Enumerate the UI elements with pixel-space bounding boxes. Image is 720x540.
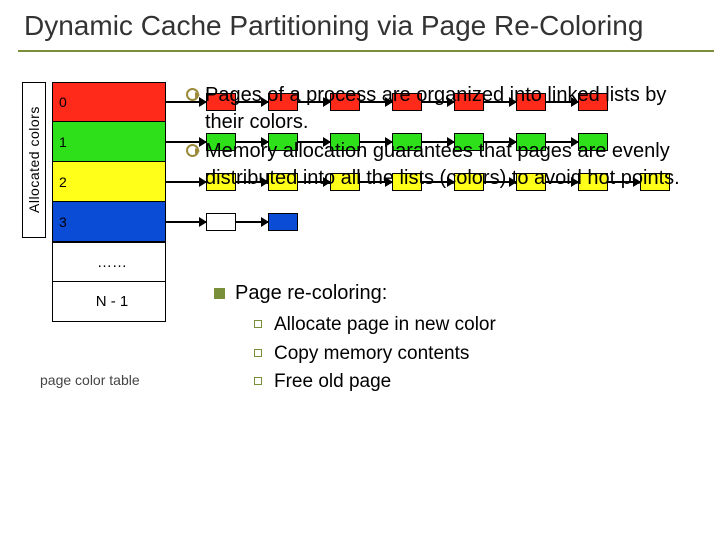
hollow-square-icon	[254, 320, 262, 328]
color-row-0: 0	[52, 82, 166, 122]
recolor-item-text: Copy memory contents	[274, 343, 469, 364]
hollow-square-icon	[254, 377, 262, 385]
slide-title: Dynamic Cache Partitioning via Page Re-C…	[0, 0, 720, 50]
recolor-item-text: Free old page	[274, 371, 391, 392]
bullet-icon	[186, 144, 199, 157]
recolor-section: Page re-coloring: Allocate page in new c…	[214, 282, 496, 397]
page-color-table-extra: …… N - 1	[52, 242, 166, 322]
hollow-square-icon	[254, 349, 262, 357]
color-row-1: 1	[52, 122, 166, 162]
color-row-last: N - 1	[52, 282, 166, 322]
page-color-table: 0 1 2 3	[52, 82, 166, 242]
list-row-blue	[166, 202, 670, 242]
bullet-icon	[186, 88, 199, 101]
bullet-2: Memory allocation guarantees that pages …	[186, 138, 696, 192]
color-row-dots: ……	[52, 242, 166, 282]
bullet-1: Pages of a process are organized into li…	[186, 82, 696, 136]
recolor-item-text: Allocate page in new color	[274, 314, 496, 335]
page-node	[206, 213, 236, 231]
color-row-2: 2	[52, 162, 166, 202]
recolor-head-text: Page re-coloring:	[235, 282, 387, 304]
recolor-item-1: Allocate page in new color	[254, 311, 496, 340]
color-row-3: 3	[52, 202, 166, 242]
recolor-head: Page re-coloring:	[214, 282, 496, 305]
main-bullets: Pages of a process are organized into li…	[186, 82, 696, 194]
arrow	[236, 221, 268, 223]
page-node	[268, 213, 298, 231]
recolor-item-3: Free old page	[254, 368, 496, 397]
recolor-sublist: Allocate page in new color Copy memory c…	[254, 311, 496, 397]
diagram-stage: Allocated colors 0 1 2 3 …… N - 1 page c…	[0, 52, 720, 492]
bullet-text: Memory allocation guarantees that pages …	[205, 138, 696, 192]
square-bullet-icon	[214, 288, 225, 299]
allocated-colors-label: Allocated colors	[22, 82, 46, 238]
recolor-item-2: Copy memory contents	[254, 340, 496, 369]
page-color-table-caption: page color table	[40, 372, 140, 388]
bullet-text: Pages of a process are organized into li…	[205, 82, 696, 136]
arrow	[166, 221, 206, 223]
